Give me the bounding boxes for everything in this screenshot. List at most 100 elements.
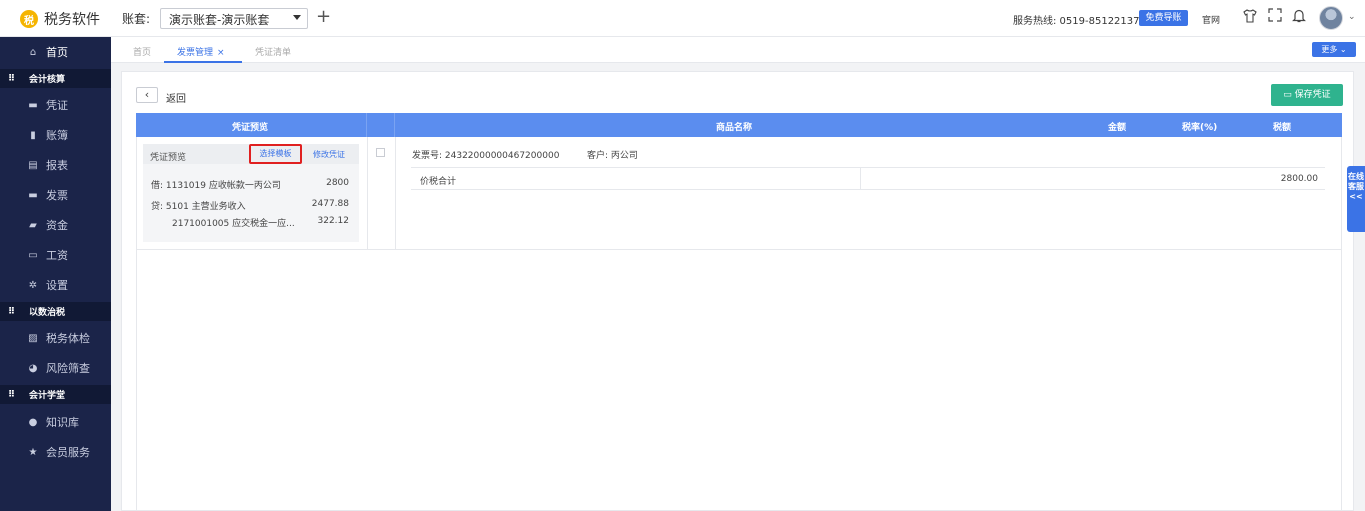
- save-voucher-label: 保存凭证: [1294, 90, 1331, 100]
- tab-home[interactable]: 首页: [133, 45, 151, 58]
- add-account-button[interactable]: +: [316, 6, 331, 27]
- sidebar-item-label: 税务体检: [46, 332, 90, 345]
- select-all-checkbox[interactable]: [374, 7, 384, 17]
- voucher-line-tax: 2171001005 应交税金一应...: [172, 219, 295, 229]
- avatar-chevron-down-icon[interactable]: ⌄: [1348, 12, 1356, 22]
- sidebar-item-knowledge[interactable]: ● 知识库: [0, 407, 111, 437]
- sidebar-item-settings[interactable]: ✲ 设置: [0, 270, 111, 300]
- app-logo[interactable]: 税 税务软件: [20, 9, 100, 29]
- voucher-line-debit: 借: 1131019 应收帐款一丙公司: [151, 181, 281, 191]
- back-button[interactable]: ‹: [136, 87, 158, 103]
- funds-icon: ▰: [29, 219, 37, 231]
- account-select[interactable]: 演示账套-演示账套: [160, 8, 308, 29]
- grid-icon: ⠿: [8, 306, 16, 317]
- ticket-icon: ▬: [28, 99, 38, 111]
- sidebar-item-tax-check[interactable]: ▨ 税务体检: [0, 323, 111, 353]
- col-header-tax: 税额: [1273, 123, 1292, 133]
- sidebar-item-home[interactable]: ⌂ 首页: [0, 37, 111, 67]
- free-nav-button[interactable]: 免费导账: [1139, 10, 1188, 26]
- sidebar-group-accounting[interactable]: ⠿ 会计核算: [0, 69, 111, 88]
- invoice-customer: 客户: 丙公司: [587, 151, 638, 161]
- home-icon: ⌂: [29, 46, 37, 58]
- total-label: 价税合计: [420, 177, 457, 187]
- sidebar-item-label: 资金: [46, 219, 68, 232]
- sidebar-item-member[interactable]: ★ 会员服务: [0, 437, 111, 467]
- voucher-amount-tax: 322.12: [317, 216, 350, 226]
- voucher-amount-credit: 2477.88: [311, 199, 349, 209]
- col-header-product: 商品名称: [716, 123, 753, 133]
- sidebar-group-label: 会计核算: [29, 75, 66, 85]
- sidebar-item-label: 报表: [46, 159, 68, 172]
- star-icon: ★: [28, 446, 38, 458]
- service-hotline: 服务热线: 0519-85122137: [1013, 16, 1140, 27]
- column-divider: [395, 137, 396, 249]
- sidebar-item-invoice[interactable]: ▬ 发票: [0, 180, 111, 210]
- invoice-number: 发票号: 24322000000467200000: [412, 151, 560, 161]
- tab-invoice-management[interactable]: 发票管理 ×: [177, 45, 225, 58]
- choose-template-button[interactable]: 选择模板: [249, 144, 302, 164]
- risk-icon: ◕: [28, 362, 38, 374]
- voucher-line-credit: 贷: 5101 主营业务收入: [151, 202, 246, 212]
- fullscreen-icon[interactable]: [1266, 8, 1284, 26]
- tab-voucher-list[interactable]: 凭证清单: [255, 45, 291, 58]
- sidebar-item-risk[interactable]: ◕ 风险筛查: [0, 353, 111, 383]
- account-select-value: 演示账套-演示账套: [169, 13, 270, 27]
- invoice-icon: ▬: [28, 189, 38, 201]
- folder-icon: ▭: [1283, 90, 1295, 100]
- back-label[interactable]: 返回: [166, 90, 186, 105]
- app-name: 税务软件: [44, 12, 100, 28]
- salary-icon: ▭: [28, 249, 38, 261]
- shirt-icon[interactable]: [1241, 8, 1259, 26]
- user-avatar[interactable]: [1319, 6, 1343, 30]
- active-tab-underline: [164, 61, 242, 63]
- online-service-tab[interactable]: 在线客服<<: [1347, 166, 1365, 232]
- total-row: [411, 167, 1325, 190]
- total-divider: [860, 167, 861, 190]
- sidebar-group-school[interactable]: ⠿ 会计学堂: [0, 385, 111, 404]
- sidebar-item-label: 账簿: [46, 129, 68, 142]
- voucher-preview-title: 凭证预览: [150, 153, 187, 163]
- header-divider: [366, 113, 367, 137]
- sidebar-item-label: 首页: [46, 46, 68, 59]
- row-divider: [136, 249, 1342, 250]
- books-icon: ▮: [30, 129, 36, 141]
- bell-icon[interactable]: [1290, 8, 1308, 26]
- edit-voucher-link[interactable]: 修改凭证: [313, 149, 345, 160]
- tab-bar: [111, 37, 1365, 63]
- table-header: 凭证预览 商品名称 金额 税率(%) 税额: [136, 113, 1342, 137]
- col-header-preview: 凭证预览: [232, 123, 269, 133]
- sidebar-item-ledger[interactable]: ▮ 账簿: [0, 120, 111, 150]
- report-icon: ▤: [28, 159, 38, 171]
- sidebar-item-voucher[interactable]: ▬ 凭证: [0, 90, 111, 120]
- header-divider: [394, 113, 395, 137]
- grid-icon: ⠿: [8, 73, 16, 84]
- pin-icon: ●: [28, 416, 38, 428]
- voucher-amount-debit: 2800: [326, 178, 349, 188]
- logo-icon: 税: [20, 10, 38, 28]
- more-button[interactable]: 更多 ⌄: [1312, 42, 1356, 57]
- total-value: 2800.00: [1280, 174, 1318, 184]
- sidebar-item-report[interactable]: ▤ 报表: [0, 150, 111, 180]
- sidebar-item-label: 设置: [46, 279, 68, 292]
- col-header-tax-rate: 税率(%): [1182, 123, 1218, 133]
- col-header-amount: 金额: [1108, 123, 1127, 133]
- sidebar-group-label: 会计学堂: [29, 391, 66, 401]
- account-label: 账套:: [122, 12, 151, 26]
- tab-label: 发票管理: [177, 48, 214, 58]
- sidebar-item-label: 凭证: [46, 99, 68, 112]
- gear-icon: ✲: [28, 279, 38, 291]
- chevron-down-icon: [293, 15, 301, 20]
- grid-icon: ⠿: [8, 389, 16, 400]
- sidebar-item-label: 知识库: [46, 416, 79, 429]
- chart-icon: ▨: [28, 332, 38, 344]
- sidebar-item-label: 工资: [46, 249, 68, 262]
- official-site-link[interactable]: 官网: [1202, 13, 1220, 26]
- sidebar-group-tax[interactable]: ⠿ 以数治税: [0, 302, 111, 321]
- save-voucher-button[interactable]: ▭ 保存凭证: [1271, 84, 1343, 106]
- sidebar-item-salary[interactable]: ▭ 工资: [0, 240, 111, 270]
- sidebar-item-label: 风险筛查: [46, 362, 90, 375]
- sidebar-item-funds[interactable]: ▰ 资金: [0, 210, 111, 240]
- sidebar-item-label: 会员服务: [46, 446, 90, 459]
- close-icon[interactable]: ×: [217, 48, 225, 58]
- row-checkbox[interactable]: [376, 148, 385, 157]
